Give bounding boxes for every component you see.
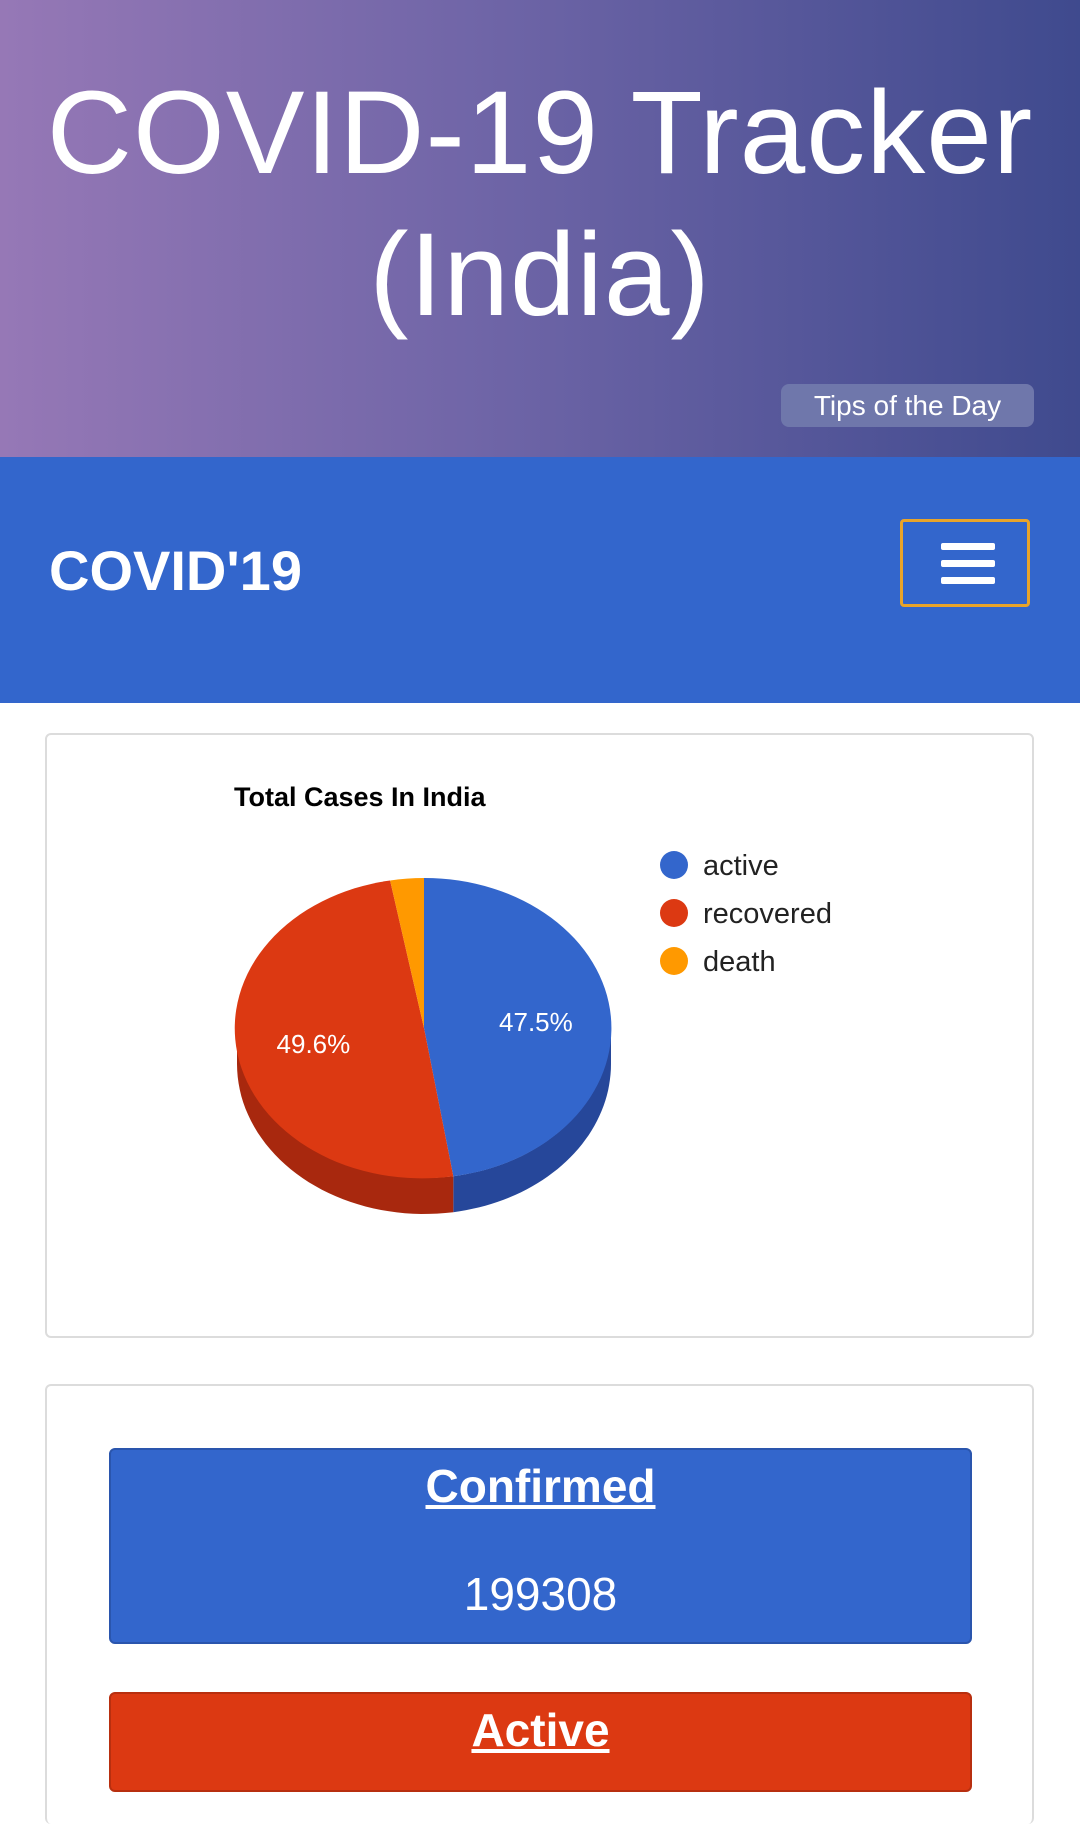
hamburger-menu-icon[interactable] — [900, 519, 1030, 607]
legend-label-active: active — [703, 850, 779, 882]
data-label-recovered: 49.6% — [277, 1029, 351, 1059]
page-header: COVID-19 Tracker (India) Tips of the Day — [0, 0, 1080, 457]
legend-marker-active — [660, 851, 688, 879]
data-label-active: 47.5% — [499, 1007, 573, 1037]
chart-title: Total Cases In India — [234, 782, 487, 812]
app-title-line2: (India) — [369, 209, 711, 341]
active-label[interactable]: Active — [111, 1702, 970, 1758]
tips-of-the-day-button[interactable]: Tips of the Day — [781, 384, 1034, 427]
legend-marker-death — [660, 947, 688, 975]
chart-card: Total Cases In India 47.5% 49.6% active reco… — [45, 733, 1034, 1338]
confirmed-box: Confirmed 199308 — [109, 1448, 972, 1644]
stats-card: Confirmed 199308 Active — [45, 1384, 1034, 1824]
app-title: COVID-19 Tracker (India) — [0, 62, 1080, 346]
menu-bar-bottom — [941, 577, 995, 584]
confirmed-label[interactable]: Confirmed — [111, 1458, 970, 1514]
menu-bar-top — [941, 543, 995, 550]
menu-bar-middle — [941, 560, 995, 567]
legend-label-recovered: recovered — [703, 898, 832, 930]
app-title-line1: COVID-19 Tracker — [46, 67, 1034, 199]
legend-marker-recovered — [660, 899, 688, 927]
legend-label-death: death — [703, 946, 776, 978]
navbar-brand[interactable]: COVID'19 — [49, 533, 302, 609]
confirmed-value: 199308 — [463, 1568, 618, 1620]
active-box: Active — [109, 1692, 972, 1792]
navbar: COVID'19 — [0, 457, 1080, 703]
pie-chart: Total Cases In India 47.5% 49.6% active reco… — [234, 782, 832, 1214]
